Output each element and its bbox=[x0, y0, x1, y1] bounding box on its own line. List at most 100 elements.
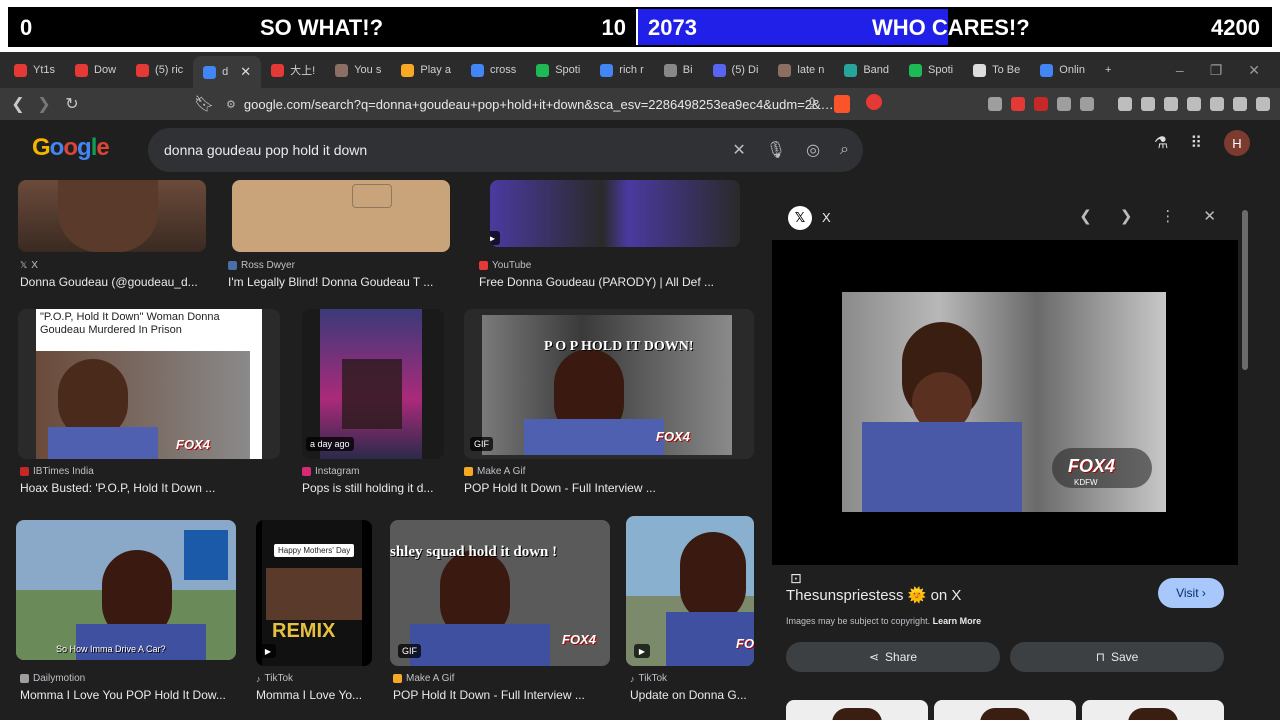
previous-icon[interactable]: ❮ bbox=[1079, 207, 1092, 225]
browser-tab[interactable]: Bi bbox=[654, 55, 703, 85]
result-title[interactable]: Update on Donna G... bbox=[630, 688, 754, 702]
browser-tab[interactable]: Band bbox=[834, 55, 899, 85]
browser-tab[interactable]: (5) Di bbox=[703, 55, 769, 85]
labs-icon[interactable]: ⚗ bbox=[1154, 133, 1168, 153]
related-image[interactable] bbox=[786, 700, 928, 720]
browser-tab[interactable]: rich r bbox=[590, 55, 653, 85]
panel-header: 𝕏 X ❮ ❯ ⋮ ✕ bbox=[772, 198, 1238, 238]
related-image[interactable] bbox=[1082, 700, 1224, 720]
menu-icon[interactable] bbox=[1256, 97, 1270, 111]
reload-icon[interactable]: ↻ bbox=[60, 92, 84, 116]
microphone-icon[interactable]: 🎙︎ bbox=[766, 140, 786, 160]
result-source[interactable]: 𝕏X bbox=[20, 260, 38, 271]
leo-icon[interactable] bbox=[1210, 97, 1224, 111]
lens-icon[interactable]: ◎ bbox=[806, 140, 820, 160]
bookmark-icon[interactable]: 🔖︎ bbox=[192, 92, 216, 116]
result-title[interactable]: Donna Goudeau (@goudeau_d... bbox=[20, 275, 206, 289]
back-icon[interactable]: ❮ bbox=[6, 92, 30, 116]
share-button[interactable]: ⋖ Share bbox=[786, 642, 1000, 672]
result-source[interactable]: IBTimes India bbox=[20, 466, 94, 477]
save-button[interactable]: ⊓ Save bbox=[1010, 642, 1224, 672]
address-bar[interactable]: ⚙ google.com/search?q=donna+goudeau+pop+… bbox=[226, 91, 894, 117]
browser-tab[interactable]: cross bbox=[461, 55, 526, 85]
browser-tab[interactable]: Spoti bbox=[526, 55, 590, 85]
browser-tab[interactable]: (5) ric bbox=[126, 55, 193, 85]
close-window-button[interactable]: ✕ bbox=[1248, 62, 1260, 79]
result-source[interactable]: Ross Dwyer bbox=[228, 260, 295, 271]
search-icon[interactable]: ⌕ bbox=[840, 141, 849, 159]
panel-title[interactable]: Thesunspriestess 🌞 on X bbox=[786, 586, 961, 604]
extension-icon[interactable] bbox=[1011, 97, 1025, 111]
result-source[interactable]: ♪ TikTok bbox=[630, 673, 667, 684]
minimize-button[interactable]: – bbox=[1176, 62, 1184, 78]
result-title[interactable]: Free Donna Goudeau (PARODY) | All Def ..… bbox=[479, 275, 729, 289]
result-thumbnail[interactable]: So How Imma Drive A Car? bbox=[16, 520, 236, 660]
next-icon[interactable]: ❯ bbox=[1120, 207, 1133, 225]
result-source[interactable]: Make A Gif bbox=[464, 466, 525, 477]
result-thumbnail[interactable] bbox=[18, 180, 206, 252]
maximize-button[interactable]: ❐ bbox=[1210, 62, 1223, 79]
scrollbar[interactable] bbox=[1240, 198, 1250, 720]
result-thumbnail[interactable]: P O P HOLD IT DOWN! FOX4 GIF bbox=[464, 309, 754, 459]
related-image[interactable] bbox=[934, 700, 1076, 720]
address-toolbar: ❮ ❯ ↻ 🔖︎ ⚙ google.com/search?q=donna+gou… bbox=[0, 88, 1280, 120]
media-icon[interactable] bbox=[1141, 97, 1155, 111]
result-source[interactable]: YouTube bbox=[479, 260, 531, 271]
wallet-icon[interactable] bbox=[1187, 97, 1201, 111]
result-title[interactable]: POP Hold It Down - Full Interview ... bbox=[393, 688, 608, 702]
brave-shields-icon[interactable] bbox=[834, 95, 850, 113]
result-source[interactable]: Dailymotion bbox=[20, 673, 85, 684]
forward-icon[interactable]: ❯ bbox=[32, 92, 56, 116]
puzzle-icon[interactable] bbox=[1057, 97, 1071, 111]
sidebar-icon[interactable] bbox=[1164, 97, 1178, 111]
result-thumbnail[interactable]: a day ago bbox=[302, 309, 444, 459]
result-source[interactable]: ♪ TikTok bbox=[256, 673, 293, 684]
search-box[interactable]: donna goudeau pop hold it down ✕ 🎙︎ ◎ ⌕ bbox=[148, 128, 863, 172]
clear-icon[interactable]: ✕ bbox=[732, 140, 745, 160]
browser-tab[interactable]: Spoti bbox=[899, 55, 963, 85]
browser-tab[interactable]: Play a bbox=[391, 55, 461, 85]
result-thumbnail[interactable]: "P.O.P, Hold It Down" Woman Donna Goudea… bbox=[18, 309, 280, 459]
browser-tab[interactable]: Onlin bbox=[1030, 55, 1095, 85]
result-title[interactable]: Hoax Busted: 'P.O.P, Hold It Down ... bbox=[20, 481, 270, 495]
download-icon[interactable] bbox=[1118, 97, 1132, 111]
result-thumbnail[interactable]: ▶ bbox=[490, 180, 740, 247]
browser-tab[interactable]: d ✕ bbox=[193, 56, 262, 88]
result-title[interactable]: POP Hold It Down - Full Interview ... bbox=[464, 481, 754, 495]
result-thumbnail[interactable]: FO ▶ bbox=[626, 516, 754, 666]
browser-tab[interactable]: You s bbox=[325, 55, 391, 85]
close-tab-icon[interactable]: ✕ bbox=[240, 64, 251, 80]
result-thumbnail[interactable] bbox=[232, 180, 450, 252]
browser-tab[interactable]: To Be bbox=[963, 55, 1030, 85]
browser-tab[interactable]: Dow bbox=[65, 55, 126, 85]
site-info-icon[interactable]: ⚙ bbox=[226, 98, 236, 111]
result-title[interactable]: Momma I Love You POP Hold It Dow... bbox=[20, 688, 235, 702]
vpn-icon[interactable] bbox=[1233, 97, 1247, 111]
google-logo[interactable]: Google bbox=[32, 134, 110, 162]
result-source[interactable]: Make A Gif bbox=[393, 673, 454, 684]
browser-tab[interactable]: late n bbox=[768, 55, 834, 85]
close-icon[interactable]: ✕ bbox=[1203, 207, 1216, 225]
learn-more-link[interactable]: Learn More bbox=[933, 616, 982, 626]
result-thumbnail[interactable]: Happy Mothers' Day REMIX ▶ bbox=[256, 520, 372, 666]
more-options-icon[interactable]: ⋮ bbox=[1160, 207, 1175, 225]
screenshot-icon[interactable] bbox=[1080, 97, 1094, 111]
rewards-icon[interactable] bbox=[866, 94, 882, 110]
extension-icon[interactable] bbox=[988, 97, 1002, 111]
share-page-icon[interactable]: ⇪ bbox=[800, 92, 824, 116]
visit-button[interactable]: Visit › bbox=[1158, 578, 1224, 608]
result-thumbnail[interactable]: shley squad hold it down ! FOX4 GIF bbox=[390, 520, 610, 666]
browser-tab[interactable]: Yt1s bbox=[4, 55, 65, 85]
avatar[interactable]: H bbox=[1224, 130, 1250, 156]
preview-image[interactable]: FOX4 KDFW bbox=[842, 292, 1166, 512]
result-title[interactable]: Pops is still holding it d... bbox=[302, 481, 442, 495]
adblock-icon[interactable] bbox=[1034, 97, 1048, 111]
preview-image-area[interactable]: FOX4 KDFW ⊡ bbox=[772, 240, 1238, 586]
result-title[interactable]: Momma I Love Yo... bbox=[256, 688, 368, 702]
panel-source[interactable]: X bbox=[822, 210, 831, 225]
browser-tab[interactable]: 大上! bbox=[261, 55, 325, 85]
apps-grid-icon[interactable]: ⠿ bbox=[1190, 133, 1202, 153]
new-tab-button[interactable]: + bbox=[1095, 55, 1121, 85]
result-source[interactable]: Instagram bbox=[302, 466, 359, 477]
result-title[interactable]: I'm Legally Blind! Donna Goudeau T ... bbox=[228, 275, 438, 289]
